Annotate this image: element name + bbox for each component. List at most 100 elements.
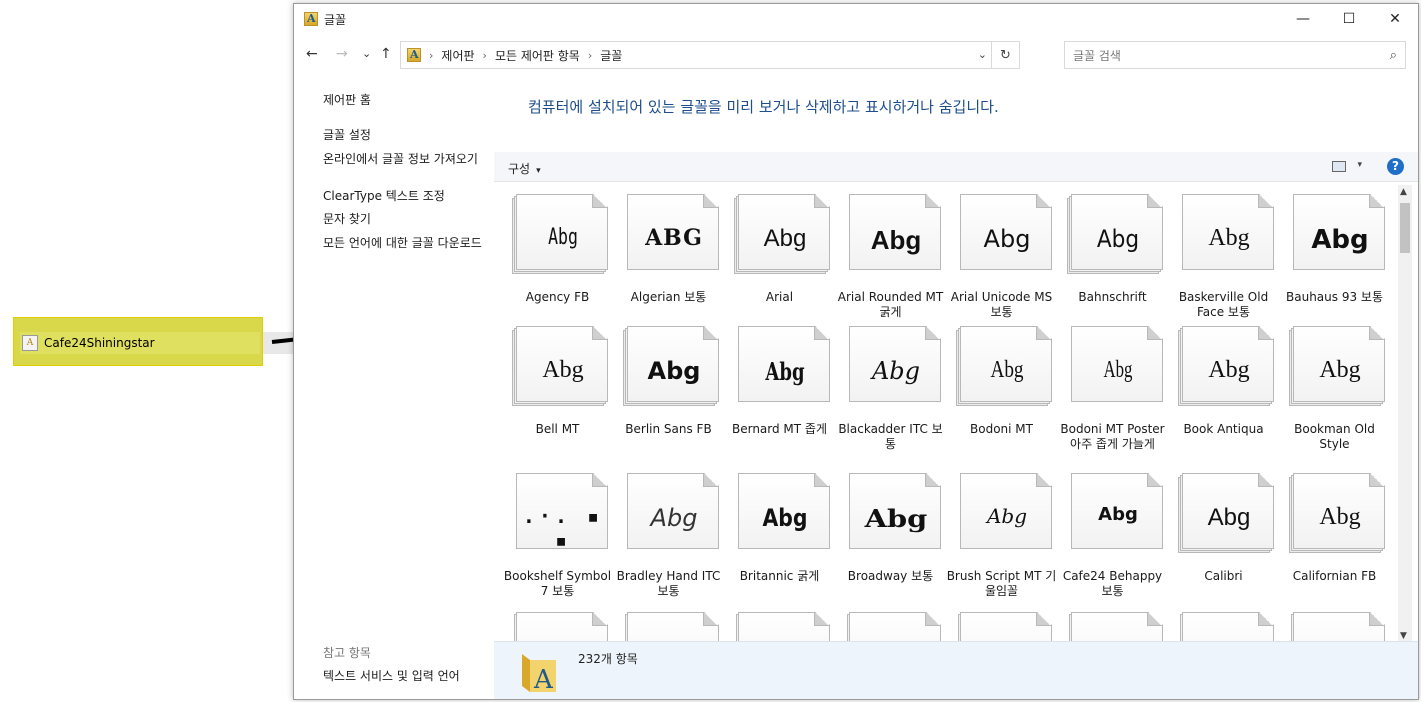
font-sample: Abg xyxy=(762,504,808,532)
font-sample: Abg xyxy=(990,357,1024,383)
font-tile[interactable]: Abg Arial Rounded MT 굵게 xyxy=(835,190,946,330)
fonts-folder-icon: A xyxy=(407,48,421,62)
font-tile[interactable] xyxy=(1168,608,1279,642)
view-dropdown-icon[interactable]: ▾ xyxy=(1357,160,1362,170)
font-tile[interactable]: Abg Calibri xyxy=(1168,469,1279,609)
organize-button[interactable]: 구성 ▾ xyxy=(508,160,541,177)
font-file-icon xyxy=(1291,612,1385,642)
font-sample: Abg xyxy=(986,504,1028,528)
font-tile[interactable]: Abg Californian FB xyxy=(1279,469,1390,609)
font-tile[interactable]: Abg Broadway 보통 xyxy=(835,469,946,609)
item-count: 232개 항목 xyxy=(578,652,638,666)
close-button[interactable]: ✕ xyxy=(1372,4,1418,34)
title-bar[interactable]: A 글꼴 — ☐ ✕ xyxy=(294,4,1418,34)
breadcrumb-control-panel[interactable]: 제어판 xyxy=(441,47,474,64)
font-tile[interactable] xyxy=(724,608,835,642)
scroll-down-icon[interactable]: ▼ xyxy=(1400,631,1407,641)
font-file-icon: Abg xyxy=(956,326,1052,406)
font-file-icon: Abg xyxy=(1069,326,1163,404)
back-button[interactable]: ← xyxy=(306,46,318,62)
search-icon[interactable]: ⌕ xyxy=(1390,48,1397,63)
font-file-icon: Abg xyxy=(1178,473,1274,553)
font-tile[interactable]: Abg Bahnschrift xyxy=(1057,190,1168,330)
font-tile[interactable]: Abg Agency FB xyxy=(502,190,613,330)
font-file-icon: .·. ▪ ▪ xyxy=(514,473,608,551)
font-file-icon: Abg xyxy=(1067,194,1163,274)
address-dropdown-icon[interactable]: ⌄ xyxy=(978,48,987,61)
font-tile[interactable]: Abg Baskerville Old Face 보통 xyxy=(1168,190,1279,330)
refresh-button[interactable]: ↻ xyxy=(991,42,1019,68)
command-bar: 구성 ▾ ▾ ? xyxy=(494,152,1418,182)
font-tile[interactable]: Abg Blackadder ITC 보통 xyxy=(835,322,946,462)
scroll-up-icon[interactable]: ▲ xyxy=(1400,187,1407,197)
font-tile[interactable] xyxy=(613,608,724,642)
font-tile[interactable]: Abg Berlin Sans FB xyxy=(613,322,724,462)
cleartype-link[interactable]: ClearType 텍스트 조정 xyxy=(323,189,488,203)
vertical-scrollbar[interactable]: ▲ ▼ xyxy=(1398,185,1412,643)
font-tile[interactable]: Abg Bodoni MT xyxy=(946,322,1057,462)
status-bar: A 232개 항목 xyxy=(494,641,1418,699)
font-sample: Abg xyxy=(983,225,1031,253)
character-map-link[interactable]: 문자 찾기 xyxy=(323,212,488,226)
font-tile[interactable]: Abg Cafe24 Behappy 보통 xyxy=(1057,469,1168,609)
get-font-info-online-link[interactable]: 온라인에서 글꼴 정보 가져오기 xyxy=(323,152,488,166)
control-panel-home-link[interactable]: 제어판 홈 xyxy=(323,93,488,107)
font-tile[interactable]: Abg Bauhaus 93 보통 xyxy=(1279,190,1390,330)
font-tile[interactable]: Abg Book Antiqua xyxy=(1168,322,1279,462)
font-file-icon xyxy=(514,612,608,642)
font-tile[interactable] xyxy=(1057,608,1168,642)
font-name: Bernard MT 좁게 xyxy=(731,422,828,436)
font-tile[interactable]: Abg Bernard MT 좁게 xyxy=(724,322,835,462)
maximize-button[interactable]: ☐ xyxy=(1326,4,1372,34)
page-title: 컴퓨터에 설치되어 있는 글꼴을 미리 보거나 삭제하고 표시하거나 숨깁니다. xyxy=(528,98,999,116)
font-tile[interactable] xyxy=(946,608,1057,642)
font-tile[interactable]: Abg Arial xyxy=(724,190,835,330)
font-tile[interactable]: Abg Bookman Old Style xyxy=(1279,322,1390,462)
font-settings-link[interactable]: 글꼴 설정 xyxy=(323,128,488,142)
chevron-down-icon: ▾ xyxy=(536,166,541,176)
search-placeholder: 글꼴 검색 xyxy=(1073,48,1121,63)
scroll-thumb[interactable] xyxy=(1400,203,1410,253)
font-name: Algerian 보통 xyxy=(630,290,707,304)
see-also-header: 참고 항목 xyxy=(323,646,371,660)
view-icon[interactable] xyxy=(1332,161,1346,172)
up-button[interactable]: ↑ xyxy=(380,46,392,62)
dragged-file[interactable]: A Cafe24Shiningstar xyxy=(20,332,260,354)
breadcrumb-all-items[interactable]: 모든 제어판 항목 xyxy=(495,47,580,64)
text-services-link[interactable]: 텍스트 서비스 및 입력 언어 xyxy=(323,667,460,684)
font-name: Bell MT xyxy=(535,422,580,436)
font-tile[interactable]: Abg Bodoni MT Poster 아주 좁게 가늘게 xyxy=(1057,322,1168,462)
help-icon[interactable]: ? xyxy=(1387,158,1404,175)
font-file-icon: Abg xyxy=(847,194,941,272)
font-file-icon: Abg xyxy=(736,473,830,551)
font-tile[interactable] xyxy=(1279,608,1390,642)
download-fonts-link[interactable]: 모든 언어에 대한 글꼴 다운로드 xyxy=(323,236,488,250)
font-file-icon: Abg xyxy=(1180,194,1274,272)
font-file-icon: Abg xyxy=(625,473,719,551)
breadcrumb-fonts[interactable]: 글꼴 xyxy=(600,47,622,64)
font-name: Agency FB xyxy=(525,290,590,304)
font-file-icon: Abg xyxy=(1289,473,1385,553)
address-bar[interactable]: A › 제어판 › 모든 제어판 항목 › 글꼴 ⌄ ↻ xyxy=(400,41,1020,69)
font-tile[interactable]: .·. ▪ ▪ Bookshelf Symbol 7 보통 xyxy=(502,469,613,609)
font-name: Cafe24 Behappy 보통 xyxy=(1062,569,1163,598)
search-input[interactable]: 글꼴 검색 ⌕ xyxy=(1064,41,1406,69)
font-file-icon: Abg xyxy=(1178,326,1274,406)
font-tile[interactable]: Abg Bradley Hand ITC 보통 xyxy=(613,469,724,609)
minimize-button[interactable]: — xyxy=(1280,4,1326,34)
recent-locations-button[interactable]: ⌄ xyxy=(362,47,371,60)
font-tile[interactable] xyxy=(502,608,613,642)
font-file-icon: A xyxy=(22,335,38,351)
font-sample: Abg xyxy=(1208,225,1250,251)
font-tile[interactable]: Abg Arial Unicode MS 보통 xyxy=(946,190,1057,330)
font-file-icon: Abg xyxy=(1289,326,1385,406)
forward-button[interactable]: → xyxy=(336,46,348,62)
font-name: Book Antiqua xyxy=(1183,422,1264,436)
font-tile[interactable]: Abg Britannic 굵게 xyxy=(724,469,835,609)
font-tile[interactable] xyxy=(835,608,946,642)
font-sample: ABG xyxy=(645,225,703,251)
font-tile[interactable]: Abg Bell MT xyxy=(502,322,613,462)
font-tile[interactable]: ABG Algerian 보통 xyxy=(613,190,724,330)
font-tile[interactable]: Abg Brush Script MT 기울임꼴 xyxy=(946,469,1057,609)
window-title: 글꼴 xyxy=(324,12,347,27)
